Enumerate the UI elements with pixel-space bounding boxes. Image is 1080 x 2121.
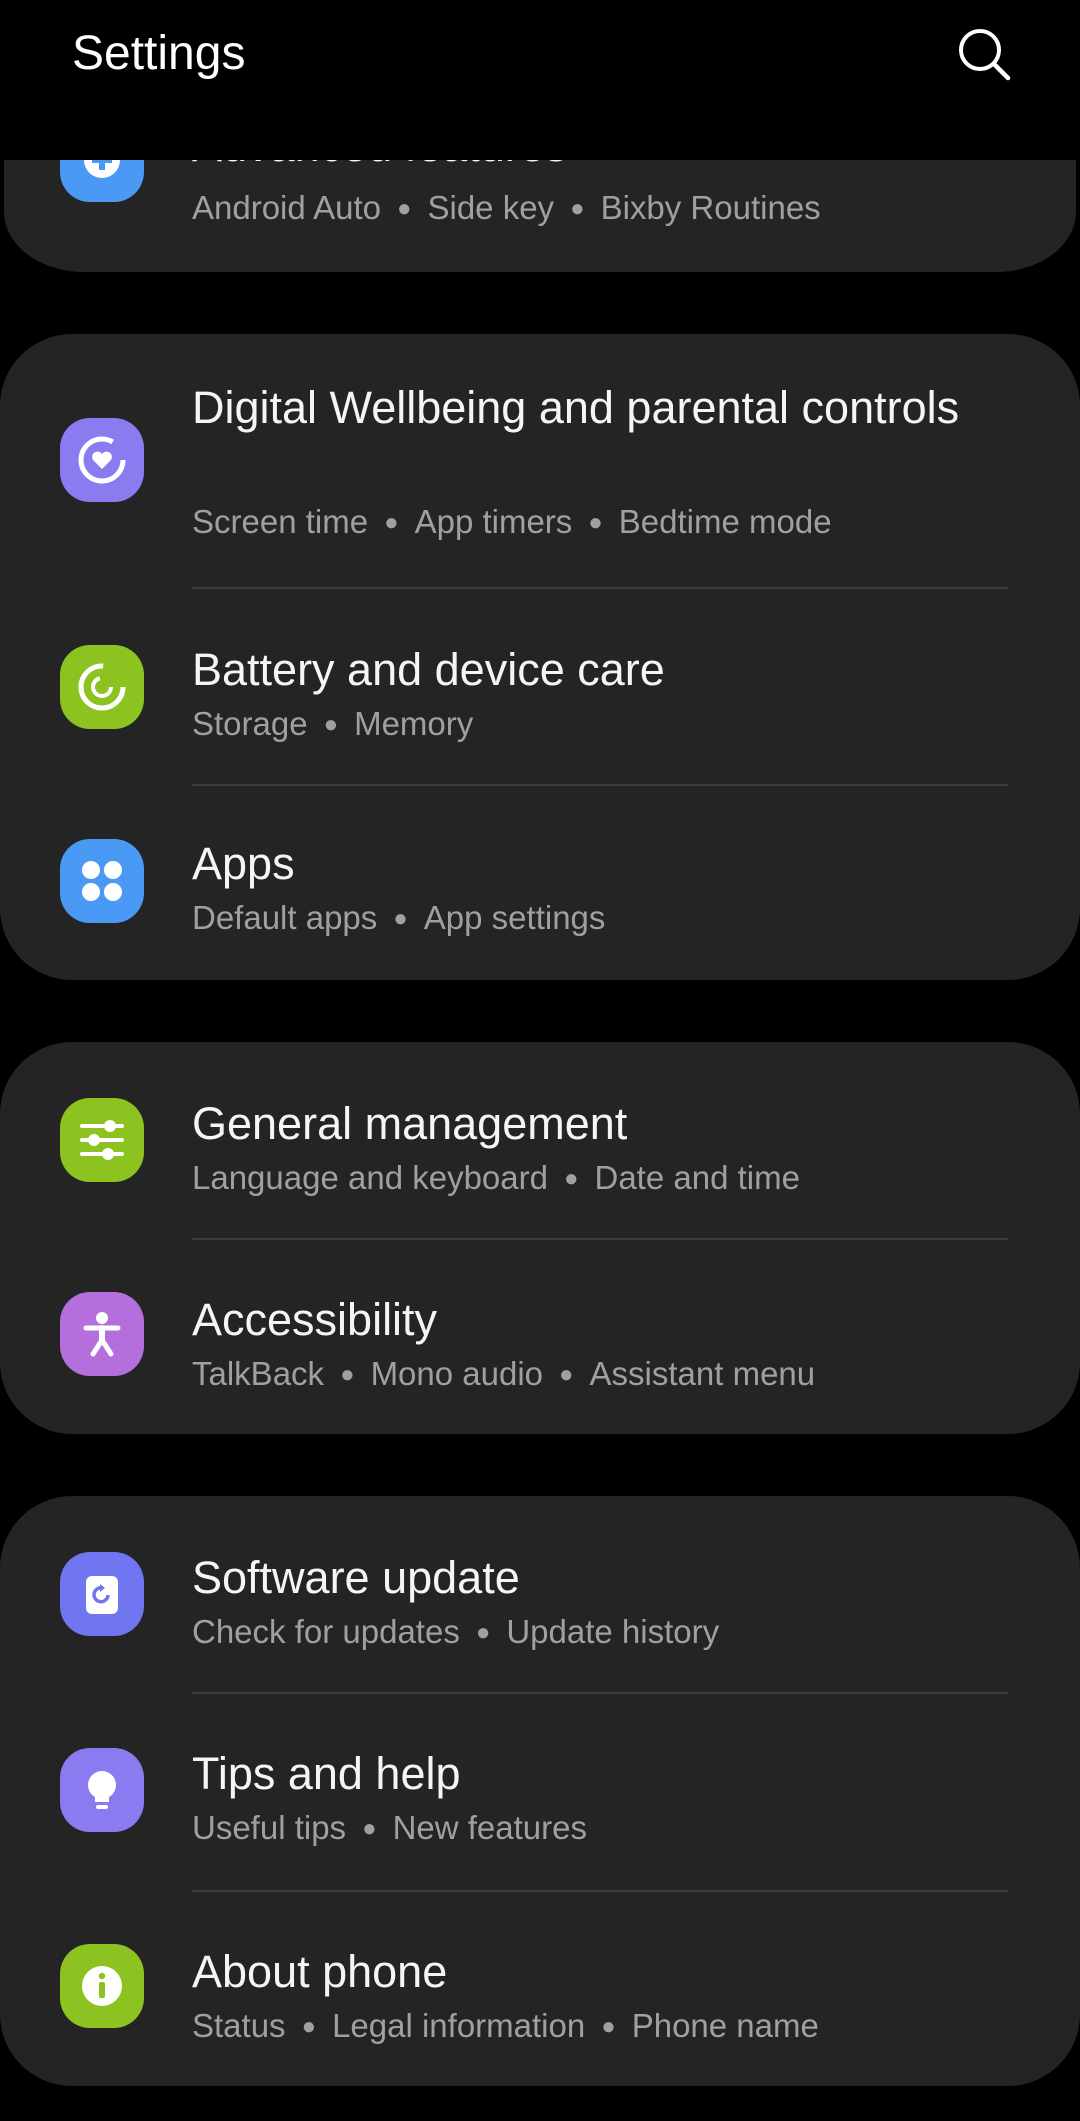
settings-item-subtitle: TalkBack ● Mono audio ● Assistant menu — [192, 1352, 1032, 1397]
page-title: Settings — [72, 27, 246, 80]
info-icon — [60, 1944, 144, 2028]
separator-dot: ● — [340, 1361, 355, 1388]
software-update-icon — [60, 1552, 144, 1636]
settings-item-apps[interactable]: Apps Default apps ● App settings — [0, 786, 1080, 980]
separator-dot: ● — [601, 2013, 616, 2040]
settings-group-general: General management Language and keyboard… — [0, 1042, 1080, 1434]
app-header: Settings — [0, 0, 1080, 160]
subtitle-part: Status — [192, 2007, 286, 2044]
subtitle-part: Assistant menu — [589, 1355, 816, 1392]
separator-dot: ● — [393, 905, 408, 932]
subtitle-part: Default apps — [192, 899, 378, 936]
subtitle-part: Date and time — [594, 1159, 800, 1196]
separator-dot: ● — [384, 509, 399, 536]
settings-item-subtitle: Language and keyboard ● Date and time — [192, 1156, 1032, 1201]
separator-dot: ● — [588, 509, 603, 536]
settings-item-subtitle: Screen time ● App timers ● Bedtime mode — [192, 500, 1032, 545]
settings-item-title: General management — [192, 1098, 628, 1149]
subtitle-part: Memory — [354, 705, 474, 742]
accessibility-person-icon — [60, 1292, 144, 1376]
settings-group-device: Digital Wellbeing and parental controls … — [0, 334, 1080, 980]
settings-item-subtitle: Default apps ● App settings — [192, 896, 1032, 941]
subtitle-part: Language and keyboard — [192, 1159, 548, 1196]
subtitle-part: Update history — [506, 1613, 720, 1650]
subtitle-part: Useful tips — [192, 1809, 347, 1846]
subtitle-part: Storage — [192, 705, 308, 742]
separator-dot: ● — [301, 2013, 317, 2040]
separator-dot: ● — [323, 711, 339, 738]
settings-item-title: Apps — [192, 838, 295, 889]
search-icon — [959, 29, 1011, 81]
sliders-icon — [60, 1098, 144, 1182]
settings-item-advanced-features[interactable]: Advanced features Android Auto ● Side key ●… — [4, 160, 1076, 272]
separator-dot: ● — [559, 1361, 574, 1388]
settings-item-subtitle: Useful tips ● New features — [192, 1806, 1032, 1851]
settings-item-title: Software update — [192, 1552, 520, 1603]
subtitle-part: TalkBack — [192, 1355, 325, 1392]
subtitle-part: Legal information — [332, 2007, 586, 2044]
settings-item-title: Tips and help — [192, 1748, 461, 1799]
settings-item-subtitle: Storage ● Memory — [192, 702, 1032, 747]
subtitle-part: Android Auto — [192, 189, 381, 226]
settings-item-title: Accessibility — [192, 1294, 438, 1345]
subtitle-part: Bixby Routines — [600, 189, 821, 226]
subtitle-part: Phone name — [631, 2007, 819, 2044]
separator-dot: ● — [570, 195, 585, 222]
settings-item-title: Digital Wellbeing and parental controls — [192, 382, 960, 433]
settings-group-advanced: Advanced features Android Auto ● Side key ●… — [4, 160, 1076, 272]
settings-item-subtitle: Check for updates ● Update history — [192, 1610, 1032, 1655]
subtitle-part: App timers — [414, 503, 573, 540]
settings-item-tips-help[interactable]: Tips and help Useful tips ● New features — [0, 1694, 1080, 1890]
settings-item-title: About phone — [192, 1946, 448, 1997]
apps-grid-icon — [60, 839, 144, 923]
settings-item-title: Battery and device care — [192, 644, 665, 695]
search-button[interactable] — [950, 20, 1018, 88]
settings-item-general-management[interactable]: General management Language and keyboard… — [0, 1042, 1080, 1238]
settings-item-title: Advanced features — [192, 160, 1012, 174]
separator-dot: ● — [396, 195, 412, 222]
settings-item-digital-wellbeing[interactable]: Digital Wellbeing and parental controls … — [0, 334, 1080, 588]
wellbeing-heart-icon — [60, 418, 144, 502]
settings-group-support: Software update Check for updates ● Update… — [0, 1496, 1080, 2086]
subtitle-part: Check for updates — [192, 1613, 460, 1650]
subtitle-part: Side key — [427, 189, 555, 226]
settings-item-about-phone[interactable]: About phone Status ● Legal information ● Pho… — [0, 1892, 1080, 2086]
device-care-icon — [60, 645, 144, 729]
gear-plus-icon — [60, 160, 144, 202]
subtitle-part: Bedtime mode — [618, 503, 832, 540]
separator-dot: ● — [563, 1165, 579, 1192]
subtitle-part: Screen time — [192, 503, 369, 540]
settings-item-software-update[interactable]: Software update Check for updates ● Update… — [0, 1496, 1080, 1692]
settings-item-subtitle: Status ● Legal information ● Phone name — [192, 2004, 1032, 2049]
separator-dot: ● — [362, 1815, 377, 1842]
subtitle-part: Mono audio — [370, 1355, 544, 1392]
subtitle-part: App settings — [423, 899, 606, 936]
settings-item-battery-device-care[interactable]: Battery and device care Storage ● Memory — [0, 589, 1080, 785]
settings-item-subtitle: Android Auto ● Side key ● Bixby Routines — [192, 186, 1032, 231]
subtitle-part: New features — [392, 1809, 587, 1846]
lightbulb-icon — [60, 1748, 144, 1832]
settings-item-accessibility[interactable]: Accessibility TalkBack ● Mono audio ● Assist… — [0, 1240, 1080, 1434]
separator-dot: ● — [475, 1619, 491, 1646]
